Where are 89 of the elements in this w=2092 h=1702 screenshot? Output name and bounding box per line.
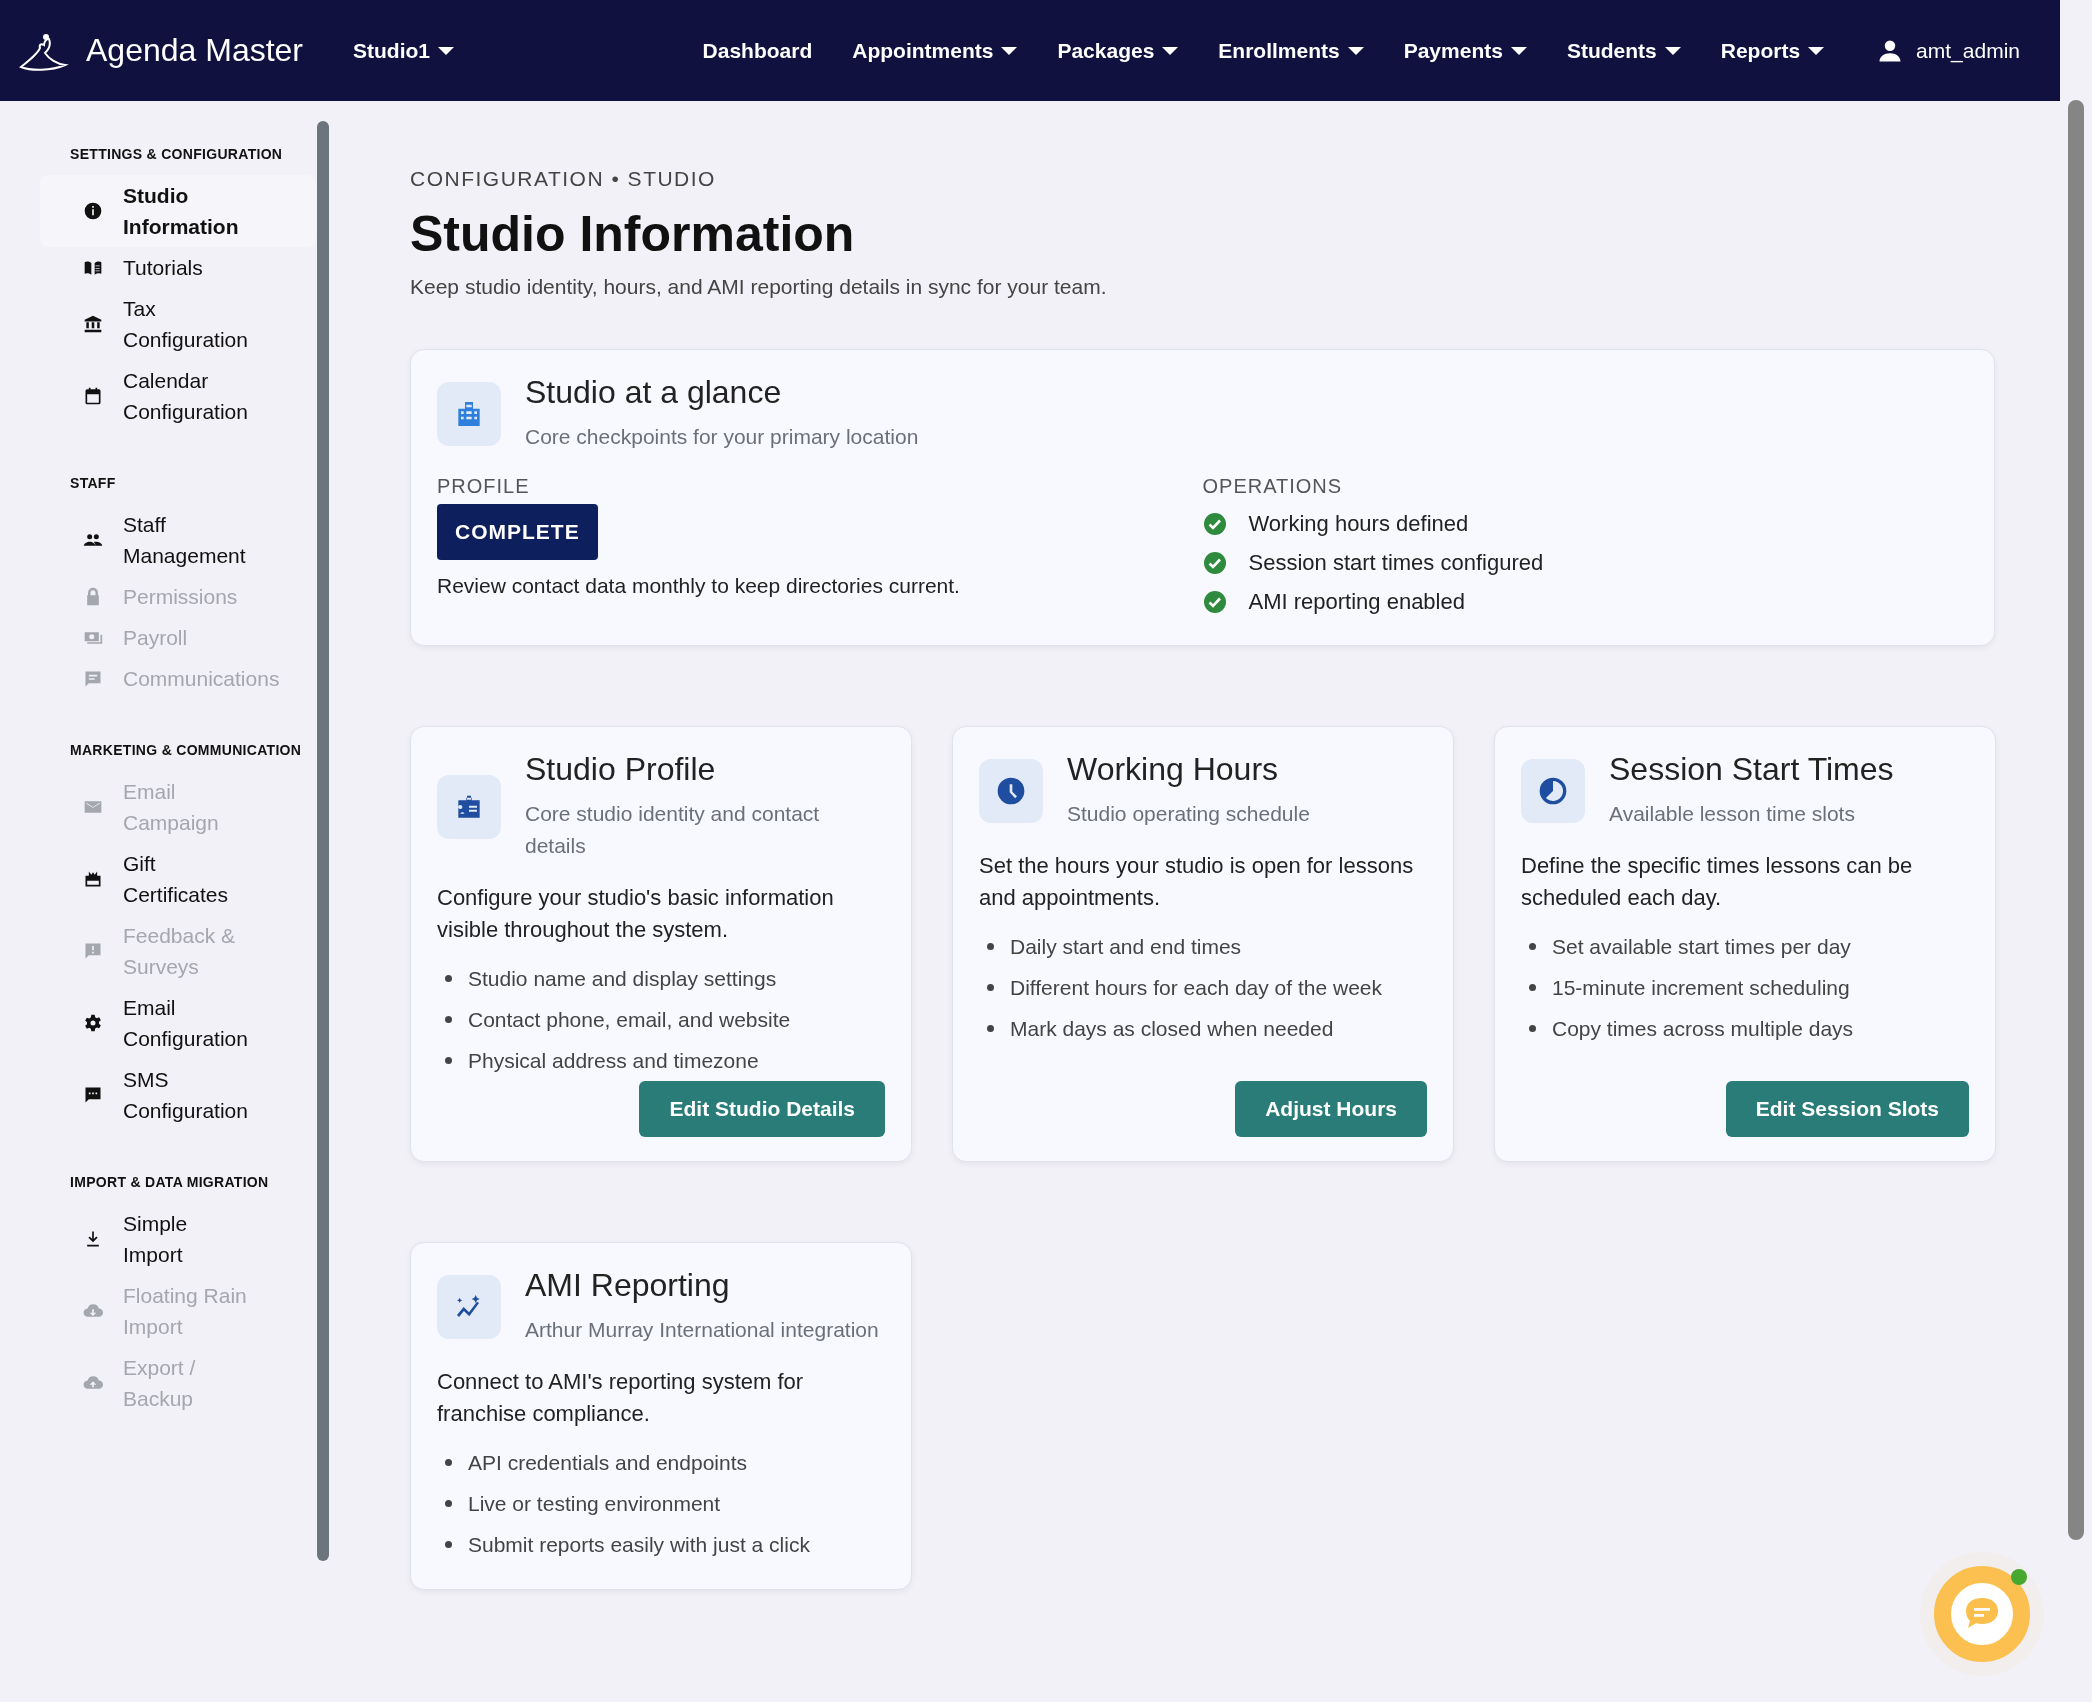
section-heading: IMPORT & DATA MIGRATION (69, 1173, 270, 1192)
nav-menu-item[interactable]: Dashboard (702, 32, 813, 69)
studio-selector[interactable]: Studio1 (353, 32, 454, 69)
nav-menu-item[interactable]: Enrollments (1218, 32, 1364, 69)
sidebar-item[interactable]: Tax Configuration (40, 288, 316, 360)
card-description: Configure your studio's basic information visible throughout the system. (437, 884, 835, 944)
bullet-dot (987, 943, 994, 950)
brand-name: Agenda Master (86, 32, 303, 69)
section-heading: MARKETING & COMMUNICATION (69, 741, 303, 760)
feature-bullet: Studio name and display settings (468, 966, 777, 992)
nav-menu-item[interactable]: Payments (1403, 32, 1527, 69)
operations-label: OPERATIONS (1202, 475, 1344, 498)
card-title: Session Start Times (1609, 751, 1894, 788)
feature-bullet: Daily start and end times (1010, 934, 1242, 960)
bullet-dot (1529, 984, 1536, 991)
checklist-item: Working hours defined (1248, 510, 1469, 538)
feature-bullet: Set available start times per day (1552, 934, 1851, 960)
bullet-dot (1529, 943, 1536, 950)
card-title: Studio Profile (525, 751, 717, 788)
caret-icon (438, 46, 454, 55)
feature-bullet: 15-minute increment scheduling (1552, 975, 1850, 1001)
card-subtitle: Core checkpoints for your primary location (525, 424, 919, 450)
bullet-dot (987, 984, 994, 991)
section-heading: SETTINGS & CONFIGURATION (69, 145, 284, 164)
sms-icon (83, 1085, 103, 1105)
clock-icon (979, 758, 1043, 823)
id-badge-icon (437, 774, 501, 839)
checklist-item: AMI reporting enabled (1248, 588, 1465, 616)
sidebar-item[interactable]: Calendar Configuration (40, 360, 316, 432)
feature-bullet: API credentials and endpoints (468, 1450, 748, 1476)
card-title: Working Hours (1067, 751, 1280, 788)
feature-bullet: Different hours for each day of the week (1010, 975, 1382, 1001)
card-description: Connect to AMI's reporting system for franchise compliance. (437, 1368, 805, 1428)
calendar-icon (83, 386, 103, 406)
feedback-icon (83, 941, 103, 961)
card-subtitle: Core studio identity and contact details (525, 801, 821, 859)
card-title: Studio at a glance (525, 374, 783, 411)
sidebar-item[interactable]: Studio Information (40, 175, 316, 247)
breadcrumb: CONFIGURATION • STUDIO (410, 167, 717, 191)
bullet-dot (445, 1500, 452, 1507)
bullet-dot (445, 1459, 452, 1466)
bullet-dot (445, 1057, 452, 1064)
card-subtitle: Available lesson time slots (1609, 801, 1856, 827)
profile-note: Review contact data monthly to keep directories current. (437, 574, 961, 598)
card-description: Define the specific times lessons can be scheduled each day. (1521, 852, 1914, 912)
sidebar-item[interactable]: Tutorials (40, 247, 316, 288)
nav-menu-item[interactable]: Reports (1720, 32, 1825, 69)
bullet-dot (987, 1025, 994, 1032)
page-title: Studio Information (410, 205, 856, 263)
user-menu[interactable]: amt_admin (1876, 30, 2020, 71)
card-title: AMI Reporting (525, 1267, 731, 1304)
card-subtitle: Arthur Murray International integration (525, 1317, 879, 1343)
feature-bullet: Copy times across multiple days (1552, 1016, 1854, 1042)
feature-bullet: Contact phone, email, and website (468, 1007, 791, 1033)
sidebar-item[interactable]: Staff Management (40, 504, 316, 576)
feature-bullet: Live or testing environment (468, 1491, 721, 1517)
bank-icon (83, 314, 103, 334)
feature-bullet: Physical address and timezone (468, 1048, 759, 1074)
action-button[interactable]: Edit Session Slots (1725, 1081, 1969, 1137)
card-subtitle: Studio operating schedule (1067, 801, 1310, 827)
sidebar-item[interactable]: Email Configuration (40, 987, 316, 1059)
gear-icon (83, 1013, 103, 1033)
profile-label: PROFILE (437, 475, 531, 498)
action-button[interactable]: Adjust Hours (1235, 1081, 1427, 1137)
page-subtitle: Keep studio identity, hours, and AMI reporting details in sync for your team. (410, 275, 1108, 299)
sparkle-chart-icon (437, 1274, 501, 1339)
timer-icon (1521, 758, 1585, 823)
feature-bullet: Mark days as closed when needed (1010, 1016, 1334, 1042)
checklist-item: Session start times configured (1248, 549, 1544, 577)
section-heading: STAFF (69, 474, 117, 493)
status-badge: COMPLETE (437, 504, 598, 560)
feature-bullet: Submit reports easily with just a click (468, 1532, 810, 1558)
sidebar-item[interactable]: Simple Import (40, 1203, 316, 1275)
sidebar-item[interactable]: SMS Configuration (40, 1059, 316, 1131)
action-button[interactable]: Edit Studio Details (639, 1081, 885, 1137)
building-icon (437, 381, 501, 446)
bullet-dot (1529, 1025, 1536, 1032)
bullet-dot (445, 1541, 452, 1548)
info-icon (83, 201, 103, 221)
sidebar-item[interactable]: Gift Certificates (40, 843, 316, 915)
unread-dot (2011, 1569, 2027, 1585)
nav-menu-item[interactable]: Students (1566, 32, 1681, 69)
username: amt_admin (1916, 38, 2020, 63)
bullet-dot (445, 1016, 452, 1023)
card-description: Set the hours your studio is open for lessons and appointments. (979, 852, 1415, 912)
nav-menu-item[interactable]: Appointments (852, 32, 1018, 69)
nav-menu-item[interactable]: Packages (1057, 32, 1179, 69)
gift-icon (83, 869, 103, 889)
bullet-dot (445, 975, 452, 982)
